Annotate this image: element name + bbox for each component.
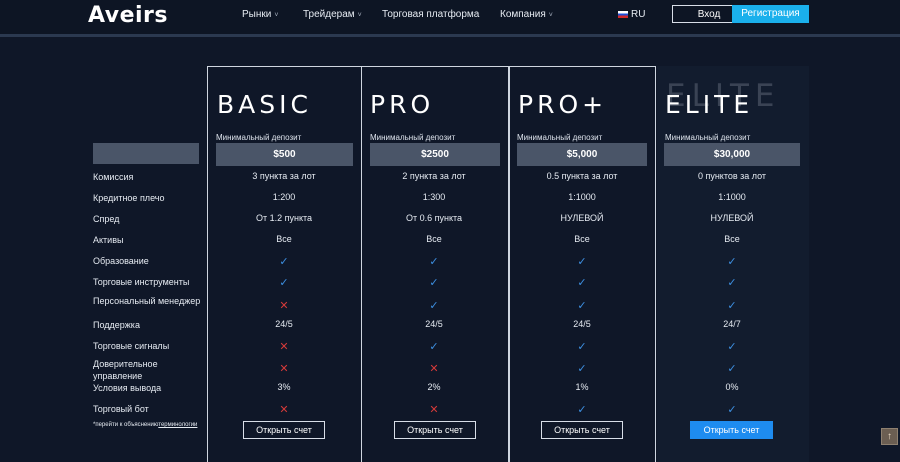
- row-label: Доверительное управление: [93, 359, 158, 381]
- cross-icon: ✕: [279, 300, 289, 312]
- row-label: Кредитное плечо: [93, 193, 165, 203]
- table-cell: 24/5: [275, 319, 293, 329]
- check-icon: ✓: [279, 277, 289, 289]
- nav-traders-label: Трейдерам: [303, 9, 355, 20]
- table-cell: 0%: [725, 382, 739, 392]
- check-icon: ✓: [577, 404, 587, 416]
- table-cell: От 0.6 пункта: [405, 213, 463, 223]
- open-account-elite-button[interactable]: Открыть счет: [690, 421, 773, 439]
- check-icon: ✓: [727, 256, 737, 268]
- check-icon: ✓: [727, 277, 737, 289]
- min-deposit-label: Минимальный депозит: [216, 133, 302, 142]
- table-cell: 24/5: [425, 319, 443, 329]
- table-cell: 0 пунктов за лот: [697, 171, 767, 181]
- table-cell: 1:200: [272, 192, 296, 202]
- row-label-header: [93, 143, 199, 164]
- check-icon: ✓: [577, 256, 587, 268]
- logo[interactable]: Aveirs: [88, 3, 168, 28]
- cross-icon: ✕: [279, 404, 289, 416]
- register-button[interactable]: Регистрация: [732, 5, 809, 23]
- check-icon: ✓: [429, 256, 439, 268]
- check-icon: ✓: [279, 256, 289, 268]
- check-icon: ✓: [577, 277, 587, 289]
- check-icon: ✓: [577, 341, 587, 353]
- table-cell: 1:1000: [568, 192, 596, 202]
- min-deposit-label: Минимальный депозит: [665, 133, 751, 142]
- deposit-basic: $500: [216, 143, 353, 166]
- table-cell: Все: [574, 234, 590, 244]
- check-icon: ✓: [727, 341, 737, 353]
- terminology-link[interactable]: терминологии: [158, 422, 197, 428]
- row-label: Спред: [93, 214, 120, 224]
- check-icon: ✓: [577, 300, 587, 312]
- nav-markets-label: Рынки: [242, 9, 272, 20]
- footnote-text: *перейти к объяснению: [93, 422, 159, 428]
- top-nav-bar: Aveirs Рынки ˅ Трейдерам ˅ Торговая платфо…: [0, 0, 900, 37]
- row-label: Торговые сигналы: [93, 341, 170, 351]
- terminology-footnote[interactable]: *перейти к объяснениютерминологии: [93, 421, 213, 430]
- row-label: Торговый бот: [93, 404, 149, 414]
- check-icon: ✓: [727, 404, 737, 416]
- table-cell: 3 пункта за лот: [252, 171, 316, 181]
- table-cell: 3%: [277, 382, 291, 392]
- table-cell: Все: [276, 234, 292, 244]
- cross-icon: ✕: [429, 363, 439, 375]
- row-label: Торговые инструменты: [93, 277, 190, 287]
- row-label: Активы: [93, 235, 124, 245]
- table-cell: 1:300: [422, 192, 446, 202]
- plan-name-pro-plus: PRO+: [518, 90, 608, 119]
- plan-name-basic: BASIC: [217, 90, 312, 119]
- deposit-pro-plus: $5,000: [517, 143, 647, 166]
- check-icon: ✓: [429, 277, 439, 289]
- cross-icon: ✕: [429, 404, 439, 416]
- table-cell: 1%: [575, 382, 589, 392]
- arrow-up-icon[interactable]: ↑: [881, 428, 898, 445]
- plan-name-elite: ELITE: [665, 90, 754, 119]
- plan-name-pro: PRO: [370, 90, 435, 119]
- table-cell: НУЛЕВОЙ: [710, 213, 754, 223]
- table-cell: 2%: [427, 382, 441, 392]
- cross-icon: ✕: [279, 341, 289, 353]
- check-icon: ✓: [727, 300, 737, 312]
- row-label: Комиссия: [93, 172, 134, 182]
- row-label: Поддержка: [93, 320, 140, 330]
- nav-platform[interactable]: Торговая платформа: [382, 9, 479, 20]
- table-cell: Все: [724, 234, 740, 244]
- chevron-down-icon: ˅: [548, 12, 553, 19]
- row-label: Образование: [93, 256, 149, 266]
- open-account-pro-button[interactable]: Открыть счет: [394, 421, 476, 439]
- russia-flag-icon: [618, 10, 628, 18]
- table-cell: НУЛЕВОЙ: [560, 213, 604, 223]
- check-icon: ✓: [429, 300, 439, 312]
- check-icon: ✓: [727, 363, 737, 375]
- table-cell: От 1.2 пункта: [255, 213, 313, 223]
- chevron-down-icon: ˅: [357, 12, 362, 19]
- nav-markets[interactable]: Рынки ˅: [242, 9, 278, 20]
- language-selector[interactable]: RU: [618, 9, 645, 20]
- nav-company-label: Компания: [500, 9, 546, 20]
- table-cell: 24/7: [723, 319, 741, 329]
- table-cell: 1:1000: [718, 192, 746, 202]
- min-deposit-label: Минимальный депозит: [517, 133, 603, 142]
- cross-icon: ✕: [279, 363, 289, 375]
- check-icon: ✓: [577, 363, 587, 375]
- nav-traders[interactable]: Трейдерам ˅: [303, 9, 362, 20]
- chevron-down-icon: ˅: [274, 12, 279, 19]
- row-label: Персональный менеджер: [93, 296, 201, 306]
- table-cell: 24/5: [573, 319, 591, 329]
- nav-company[interactable]: Компания ˅: [500, 9, 553, 20]
- deposit-elite: $30,000: [664, 143, 800, 166]
- open-account-pro-plus-button[interactable]: Открыть счет: [541, 421, 623, 439]
- table-cell: 2 пункта за лот: [402, 171, 466, 181]
- deposit-pro: $2500: [370, 143, 500, 166]
- language-label: RU: [631, 9, 646, 20]
- check-icon: ✓: [429, 341, 439, 353]
- open-account-basic-button[interactable]: Открыть счет: [243, 421, 325, 439]
- min-deposit-label: Минимальный депозит: [370, 133, 456, 142]
- nav-platform-label: Торговая платформа: [382, 9, 480, 20]
- table-cell: Все: [426, 234, 442, 244]
- row-label: Условия вывода: [93, 383, 162, 393]
- table-cell: 0.5 пункта за лот: [546, 171, 618, 181]
